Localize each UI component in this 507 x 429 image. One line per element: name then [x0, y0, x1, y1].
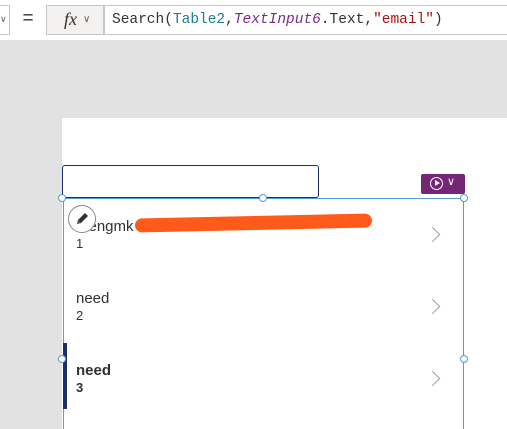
item-title: need	[76, 290, 110, 307]
item-subtitle: 1	[76, 236, 84, 251]
chevron-right-icon[interactable]	[424, 226, 441, 243]
fx-icon: fx	[64, 9, 77, 29]
fx-button[interactable]: fx ∨	[46, 5, 104, 35]
chevron-down-icon: ∨	[83, 14, 91, 25]
item-subtitle: 3	[76, 380, 84, 395]
formula-function: Search(	[112, 12, 173, 28]
edit-pencil-icon[interactable]	[68, 205, 96, 233]
resize-handle-left[interactable]	[58, 355, 66, 363]
resize-handle-top-center[interactable]	[259, 194, 267, 202]
selection-indicator	[63, 343, 67, 409]
property-dropdown[interactable]: ∨	[0, 5, 10, 35]
app-actions-button[interactable]: ∨	[421, 174, 465, 194]
power-apps-icon	[430, 177, 443, 190]
formula-input[interactable]: Search(Table2,TextInput6.Text,"email")	[104, 5, 507, 35]
resize-handle-top-left[interactable]	[58, 194, 66, 202]
item-title: need	[76, 362, 112, 379]
list-item[interactable]: need 2	[64, 271, 463, 343]
formula-control-ref: TextInput6	[233, 12, 321, 28]
item-subtitle: 2	[76, 308, 84, 323]
formula-string: "email"	[373, 12, 434, 28]
chevron-down-icon: ∨	[0, 14, 7, 24]
formula-comma: ,	[225, 12, 234, 28]
chevron-right-icon[interactable]	[424, 370, 441, 387]
list-item[interactable]: mengmk 1	[64, 199, 463, 271]
chevron-down-icon: ∨	[447, 176, 456, 188]
search-text-input[interactable]	[62, 165, 319, 198]
formula-table-ref: Table2	[172, 12, 226, 28]
formula-property: .Text,	[320, 12, 374, 28]
formula-close-paren: )	[434, 12, 443, 28]
chevron-right-icon[interactable]	[424, 298, 441, 315]
formula-bar: ∨ = fx ∨ Search(Table2,TextInput6.Text,"…	[0, 0, 507, 41]
resize-handle-top-right[interactable]	[460, 194, 468, 202]
resize-handle-right[interactable]	[460, 355, 468, 363]
equals-sign: =	[22, 8, 34, 29]
pencil-icon	[77, 213, 88, 224]
list-item[interactable]: need 3	[63, 343, 463, 415]
gallery[interactable]: mengmk 1 need 2 need 3	[63, 198, 464, 429]
